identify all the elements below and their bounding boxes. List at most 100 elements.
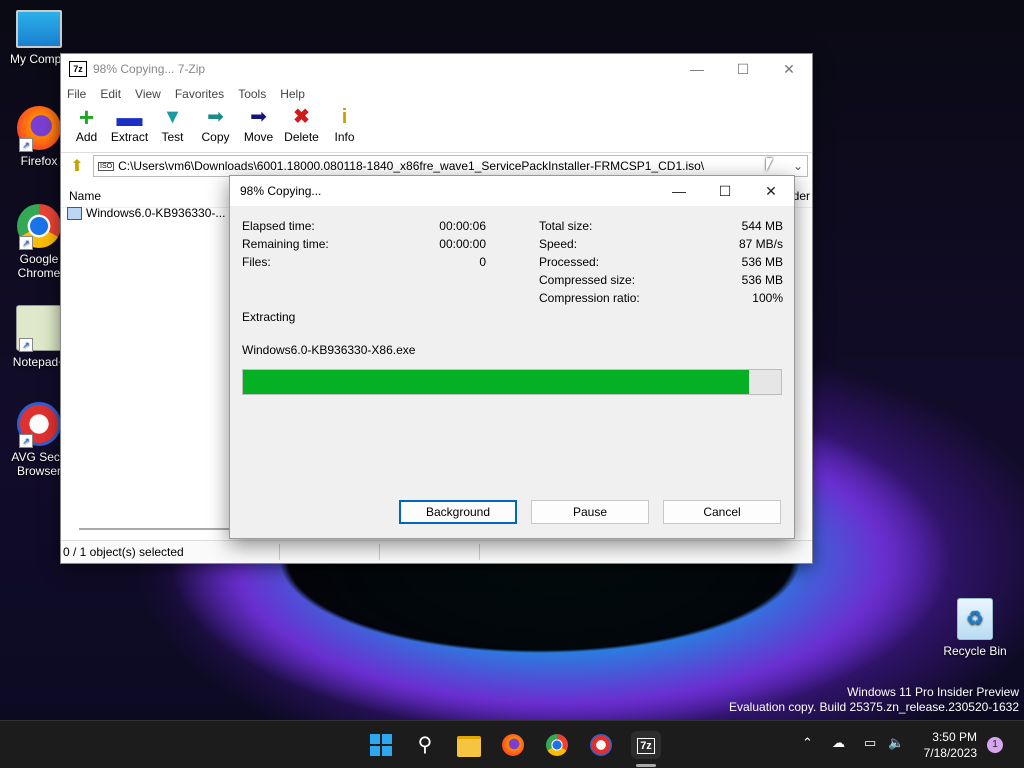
column-name[interactable]: Name bbox=[69, 189, 101, 203]
add-button[interactable]: + Add bbox=[65, 104, 108, 144]
clock-date: 7/18/2023 bbox=[923, 746, 977, 760]
shortcut-arrow-icon: ↗ bbox=[19, 338, 33, 352]
files-label: Files: bbox=[242, 255, 271, 269]
menu-edit[interactable]: Edit bbox=[100, 87, 121, 101]
network-icon[interactable]: ▭ bbox=[864, 735, 876, 751]
status-bar: 0 / 1 object(s) selected bbox=[61, 540, 812, 563]
delete-button[interactable]: ✖ Delete bbox=[280, 104, 323, 144]
selection-status: 0 / 1 object(s) selected bbox=[63, 545, 184, 559]
column-folder-partial[interactable]: der bbox=[793, 189, 810, 203]
copy-button[interactable]: ➡ Copy bbox=[194, 104, 237, 144]
desktop-icon-label: AVG Secu Browser bbox=[11, 450, 67, 478]
processed-value: 536 MB bbox=[741, 255, 783, 269]
avg-browser-icon[interactable] bbox=[587, 731, 615, 759]
current-file-label: Windows6.0-KB936330-X86.exe bbox=[242, 343, 416, 357]
taskbar: ⚲ 7z ⌃ ☁ ▭ 🔈 3:50 PM 7/18/2023 1 bbox=[0, 720, 1024, 768]
recycle-symbol-icon: ♻ bbox=[966, 608, 984, 630]
search-icon[interactable]: ⚲ bbox=[411, 731, 439, 759]
cloud-offline-icon[interactable]: ☁ bbox=[832, 735, 845, 751]
status-divider bbox=[279, 544, 280, 560]
chrome-icon[interactable] bbox=[543, 731, 571, 759]
watermark-build: Evaluation copy. Build 25375.zn_release.… bbox=[729, 700, 1019, 714]
close-button[interactable]: ✕ bbox=[766, 54, 812, 84]
desktop-icon-recycle-bin[interactable]: ♻ Recycle Bin bbox=[940, 598, 1010, 658]
move-button[interactable]: ➡ Move bbox=[237, 104, 280, 144]
sevenzip-titlebar[interactable]: 7z 98% Copying... 7-Zip — ☐ ✕ bbox=[61, 54, 812, 84]
watermark-edition: Windows 11 Pro Insider Preview bbox=[847, 685, 1019, 699]
add-label: Add bbox=[75, 130, 98, 144]
dialog-titlebar[interactable]: 98% Copying... — ☐ ✕ bbox=[230, 176, 794, 206]
extract-button[interactable]: ▬ Extract bbox=[108, 104, 151, 144]
file-row[interactable]: Windows6.0-KB936330-... bbox=[67, 206, 225, 220]
remaining-time-label: Remaining time: bbox=[242, 237, 329, 251]
menu-favorites[interactable]: Favorites bbox=[175, 87, 224, 101]
move-label: Move bbox=[243, 130, 274, 144]
compressed-size-label: Compressed size: bbox=[539, 273, 636, 287]
maximize-button[interactable]: ☐ bbox=[720, 54, 766, 84]
firefox-icon[interactable] bbox=[499, 731, 527, 759]
exe-file-icon bbox=[67, 206, 82, 220]
files-value: 0 bbox=[479, 255, 486, 269]
active-app-indicator bbox=[636, 764, 656, 767]
check-icon: ▼ bbox=[162, 106, 183, 128]
minimize-button[interactable]: — bbox=[656, 176, 702, 206]
menu-tools[interactable]: Tools bbox=[238, 87, 266, 101]
clock[interactable]: 3:50 PM 7/18/2023 bbox=[924, 729, 977, 761]
copy-arrow-icon: ➡ bbox=[207, 106, 224, 128]
start-button[interactable] bbox=[367, 731, 395, 759]
speed-label: Speed: bbox=[539, 237, 578, 251]
cancel-button[interactable]: Cancel bbox=[663, 500, 781, 524]
compression-ratio-value: 100% bbox=[752, 291, 783, 305]
menu-file[interactable]: File bbox=[67, 87, 86, 101]
copy-label: Copy bbox=[201, 130, 230, 144]
up-folder-icon[interactable]: ⬆ bbox=[67, 156, 87, 176]
operation-label: Extracting bbox=[242, 310, 296, 324]
close-button[interactable]: ✕ bbox=[748, 176, 794, 206]
notification-badge[interactable]: 1 bbox=[987, 737, 1003, 753]
extract-label: Extract bbox=[110, 130, 149, 144]
7zip-taskbar-button[interactable]: 7z bbox=[631, 731, 661, 759]
total-size-label: Total size: bbox=[539, 219, 593, 233]
menu-help[interactable]: Help bbox=[280, 87, 305, 101]
windows-logo-icon bbox=[370, 734, 392, 756]
status-divider bbox=[379, 544, 380, 560]
windows-watermark: Windows 11 Pro Insider Preview Evaluatio… bbox=[729, 685, 1019, 715]
path-text: C:\Users\vm6\Downloads\6001.18000.080118… bbox=[118, 159, 705, 173]
speed-value: 87 MB/s bbox=[738, 237, 783, 251]
avg-browser-icon: ↗ bbox=[17, 402, 61, 448]
delete-x-icon: ✖ bbox=[293, 106, 310, 128]
minus-icon: ▬ bbox=[116, 102, 143, 132]
delete-label: Delete bbox=[284, 130, 319, 144]
status-divider bbox=[479, 544, 480, 560]
file-explorer-icon[interactable] bbox=[455, 731, 483, 759]
iso-file-icon: ISO bbox=[98, 161, 115, 171]
progress-bar bbox=[242, 369, 782, 395]
notepad-plus-plus-icon: ↗ bbox=[16, 305, 62, 352]
shortcut-arrow-icon: ↗ bbox=[19, 236, 33, 250]
chevron-up-icon[interactable]: ⌃ bbox=[802, 735, 813, 751]
chevron-down-icon[interactable]: ⌄ bbox=[793, 159, 803, 173]
plus-icon: + bbox=[78, 102, 95, 132]
pause-button[interactable]: Pause bbox=[531, 500, 649, 524]
minimize-button[interactable]: — bbox=[674, 54, 720, 84]
window-title: 98% Copying... 7-Zip bbox=[93, 62, 206, 76]
volume-icon[interactable]: 🔈 bbox=[888, 735, 904, 751]
move-arrow-icon: ➡ bbox=[250, 106, 267, 128]
remaining-time-value: 00:00:00 bbox=[439, 237, 486, 251]
desktop-icon-label: Notepad+ bbox=[12, 355, 66, 369]
compressed-size-value: 536 MB bbox=[741, 273, 783, 287]
elapsed-time-label: Elapsed time: bbox=[242, 219, 315, 233]
info-label: Info bbox=[334, 130, 355, 144]
background-button[interactable]: Background bbox=[399, 500, 517, 524]
info-button[interactable]: i Info bbox=[323, 104, 366, 144]
maximize-button[interactable]: ☐ bbox=[702, 176, 748, 206]
dialog-title: 98% Copying... bbox=[240, 184, 322, 198]
test-button[interactable]: ▼ Test bbox=[151, 104, 194, 144]
path-field[interactable]: ISO C:\Users\vm6\Downloads\6001.18000.08… bbox=[93, 155, 808, 177]
menu-view[interactable]: View bbox=[135, 87, 161, 101]
horizontal-scrollbar[interactable] bbox=[79, 528, 229, 530]
elapsed-time-value: 00:00:06 bbox=[439, 219, 486, 233]
menu-bar: File Edit View Favorites Tools Help bbox=[61, 84, 812, 104]
total-size-value: 544 MB bbox=[741, 219, 783, 233]
shortcut-arrow-icon: ↗ bbox=[19, 138, 33, 152]
